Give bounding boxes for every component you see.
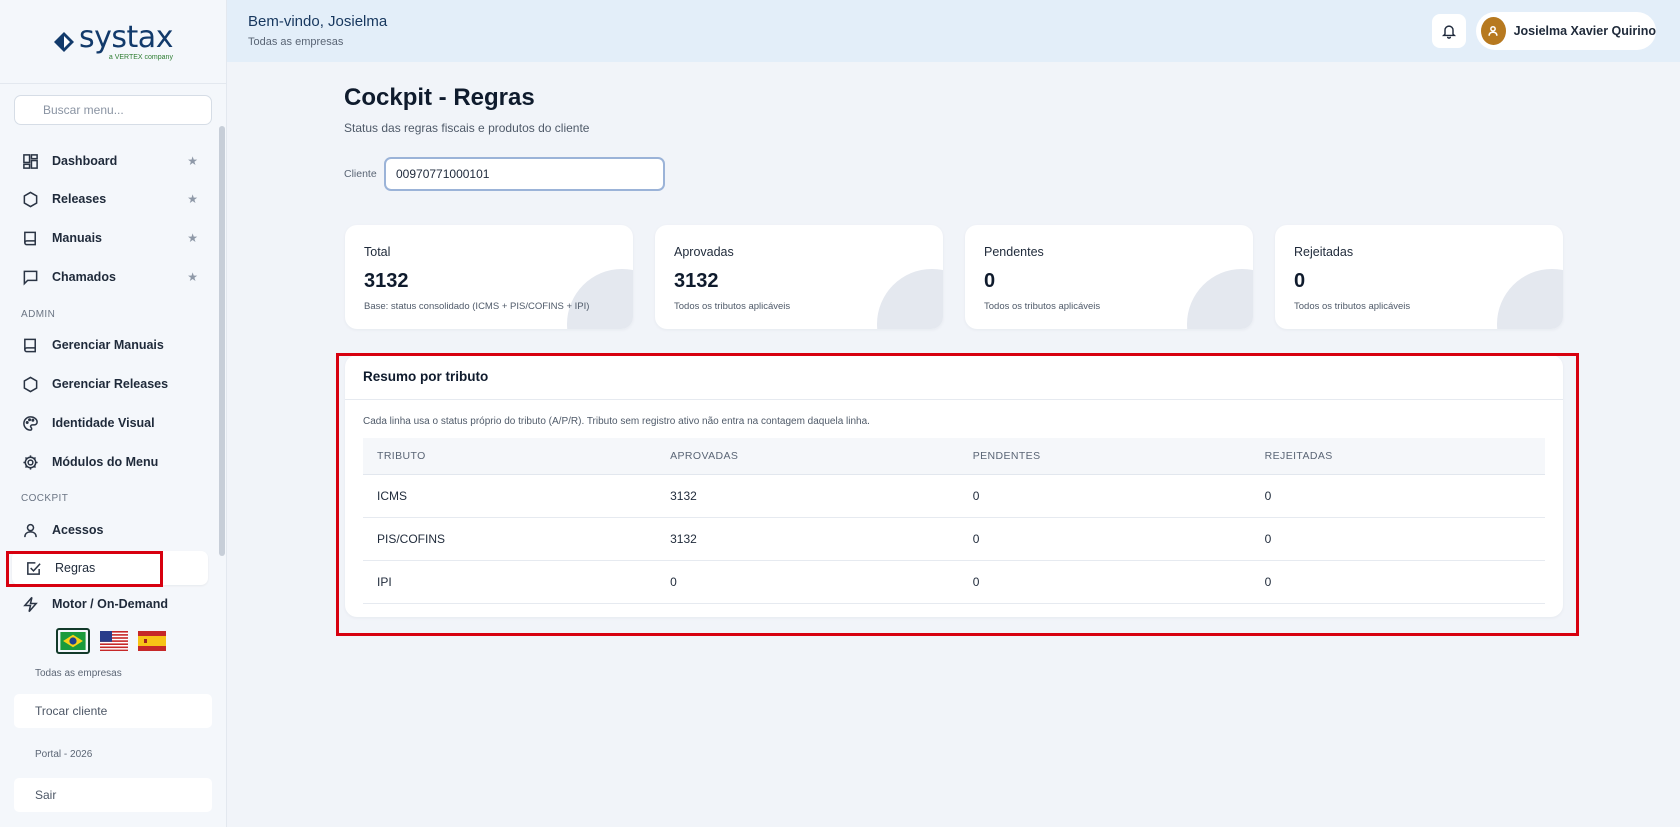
star-icon[interactable]: ★ (187, 192, 198, 206)
language-selector (56, 628, 166, 654)
card-label: Pendentes (984, 245, 1044, 259)
star-icon[interactable]: ★ (187, 154, 198, 168)
logout-label: Sair (35, 788, 57, 802)
logo-word: systax (79, 19, 173, 55)
card-note: Todos os tributos aplicáveis (674, 301, 791, 312)
section-label-cockpit: COCKPIT (21, 493, 69, 504)
card-label: Aprovadas (674, 245, 734, 259)
sidebar-item-label: Identidade Visual (52, 416, 155, 430)
card-value: 0 (1294, 270, 1306, 292)
card-decoration (1187, 269, 1253, 329)
sidebar-item-motor-on-demand[interactable]: Motor / On-Demand (12, 587, 208, 621)
sidebar-item-identidade-visual[interactable]: Identidade Visual (12, 406, 208, 440)
stat-card-total: Total 3132 Base: status consolidado (ICM… (345, 225, 633, 329)
card-note: Todos os tributos aplicáveis (1294, 301, 1411, 312)
user-icon (1488, 25, 1498, 36)
client-input[interactable] (384, 157, 665, 191)
sidebar: systax a VERTEX company Buscar menu... D… (0, 0, 227, 827)
switch-client-button[interactable]: Trocar cliente (14, 694, 212, 728)
card-decoration (567, 269, 633, 329)
portal-footer-text: Portal - 2026 (35, 749, 93, 760)
systax-logo[interactable]: systax a VERTEX company (53, 19, 173, 61)
card-note: Todos os tributos aplicáveis (984, 301, 1101, 312)
sidebar-item-chamados[interactable]: Chamados ★ (12, 260, 208, 294)
bell-icon (1441, 25, 1457, 39)
chat-icon (22, 269, 39, 286)
sidebar-item-label: Gerenciar Releases (52, 377, 169, 391)
notifications-button[interactable] (1432, 14, 1466, 48)
sidebar-item-modulos-do-menu[interactable]: Módulos do Menu (12, 445, 208, 479)
user-icon (22, 522, 39, 539)
sidebar-scrollbar[interactable] (219, 126, 225, 556)
spain-flag-icon[interactable] (138, 631, 166, 651)
dashboard-icon (22, 153, 39, 170)
usa-flag-icon[interactable] (100, 631, 128, 651)
sidebar-item-label: Chamados (52, 270, 116, 284)
book-icon (22, 230, 39, 247)
card-note: Base: status consolidado (ICMS + PIS/COF… (364, 301, 590, 312)
page-subtitle: Status das regras fiscais e produtos do … (344, 121, 590, 135)
card-decoration (877, 269, 943, 329)
star-icon[interactable]: ★ (187, 270, 198, 284)
brazil-flag-icon (60, 632, 86, 650)
card-label: Rejeitadas (1294, 245, 1354, 259)
sidebar-item-acessos[interactable]: Acessos (12, 513, 208, 547)
card-decoration (1497, 269, 1563, 329)
topbar: Bem-vindo, Josielma Todas as empresas Jo… (227, 0, 1680, 62)
user-name: Josielma Xavier Quirino (1513, 24, 1656, 38)
sidebar-item-gerenciar-manuais[interactable]: Gerenciar Manuais (12, 328, 208, 362)
highlight-box-regras (6, 551, 163, 587)
sidebar-item-label: Manuais (52, 231, 103, 245)
logo-diamond-icon (54, 31, 75, 52)
card-label: Total (364, 245, 391, 259)
client-label: Cliente (344, 168, 377, 180)
logo-area: systax a VERTEX company (0, 0, 226, 84)
sidebar-item-releases[interactable]: Releases ★ (12, 182, 208, 216)
card-value: 0 (984, 270, 996, 292)
logo-subtitle: a VERTEX company (108, 53, 173, 61)
menu-search-placeholder: Buscar menu... (43, 103, 124, 117)
sidebar-item-manuais[interactable]: Manuais ★ (12, 221, 208, 255)
book-icon (22, 337, 39, 354)
card-value: 3132 (674, 270, 719, 292)
company-scope-text: Todas as empresas (35, 668, 122, 679)
card-value: 3132 (364, 270, 409, 292)
sidebar-item-label: Releases (52, 192, 107, 206)
flag-brazil-selected[interactable] (56, 628, 90, 654)
logout-button[interactable]: Sair (14, 778, 212, 812)
menu-search-input[interactable]: Buscar menu... (14, 95, 212, 125)
user-menu[interactable]: Josielma Xavier Quirino (1476, 12, 1656, 50)
sidebar-item-label: Acessos (52, 523, 104, 537)
hexagon-icon (22, 191, 39, 208)
bolt-icon (22, 596, 39, 613)
gear-icon (22, 454, 39, 471)
sidebar-item-label: Gerenciar Manuais (52, 338, 164, 352)
stat-card-aprovadas: Aprovadas 3132 Todos os tributos aplicáv… (655, 225, 943, 329)
stat-card-pendentes: Pendentes 0 Todos os tributos aplicáveis (965, 225, 1253, 329)
welcome-title: Bem-vindo, Josielma (248, 13, 388, 30)
sidebar-item-label: Motor / On-Demand (52, 597, 168, 611)
switch-client-label: Trocar cliente (35, 704, 108, 718)
stat-card-rejeitadas: Rejeitadas 0 Todos os tributos aplicávei… (1275, 225, 1563, 329)
page-title: Cockpit - Regras (344, 84, 535, 111)
sidebar-item-gerenciar-releases[interactable]: Gerenciar Releases (12, 367, 208, 401)
star-icon[interactable]: ★ (187, 231, 198, 245)
highlight-box-summary (336, 353, 1579, 636)
sidebar-item-label: Módulos do Menu (52, 455, 159, 469)
hexagon-icon (22, 376, 39, 393)
sidebar-item-dashboard[interactable]: Dashboard ★ (12, 144, 208, 178)
palette-icon (22, 415, 39, 432)
avatar (1481, 17, 1506, 45)
sidebar-item-label: Dashboard (52, 154, 118, 168)
welcome-scope: Todas as empresas (248, 36, 344, 48)
section-label-admin: ADMIN (21, 309, 56, 320)
